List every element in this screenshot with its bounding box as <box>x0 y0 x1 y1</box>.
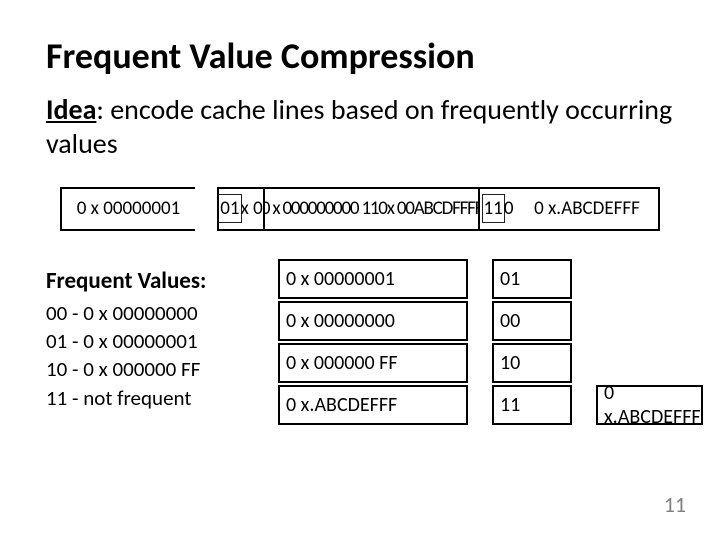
table-code-0: 01 <box>492 259 572 299</box>
fv-row-3: 11 - not frequent <box>46 384 256 412</box>
lower-section: Frequent Values: 00 - 0 x 00000000 01 - … <box>46 259 674 425</box>
cache-line-diagram: 0 x 00000001 01x 0 0 x 000000000 110x 00… <box>60 187 660 231</box>
idea-line: Idea: encode cache lines based on freque… <box>46 93 674 160</box>
cache-cell-3: 110 <box>478 187 516 231</box>
frequent-values-legend: Frequent Values: 00 - 0 x 00000000 01 - … <box>46 259 256 412</box>
cache-cell-0: 0 x 00000001 <box>60 187 195 231</box>
fv-row-2: 10 - 0 x 000000 FF <box>46 355 256 383</box>
fv-row-1: 01 - 0 x 00000001 <box>46 327 256 355</box>
table-extra-0 <box>596 259 703 299</box>
idea-label: Idea <box>46 92 96 127</box>
table-val-2: 0 x 000000 FF <box>278 343 468 383</box>
table-code-3: 11 <box>492 385 572 425</box>
table-code-1: 00 <box>492 301 572 341</box>
idea-text: : encode cache lines based on frequently… <box>46 92 672 161</box>
table-code-2: 10 <box>492 343 572 383</box>
cache-cell-2: 0 x 000000000 110x 00ABCDFFFF <box>263 187 478 231</box>
cache-cell-3b: 0 <box>504 197 514 220</box>
cache-cell-4: 0 x.ABCDEFFF <box>516 187 660 231</box>
encoding-table: 0 x 00000001 01 0 x 00000000 00 0 x 0000… <box>278 259 703 425</box>
page-number: 11 <box>664 491 686 518</box>
cache-cell-1a: 01 <box>218 194 241 223</box>
fv-row-0: 00 - 0 x 00000000 <box>46 299 256 327</box>
fv-list: 00 - 0 x 00000000 01 - 0 x 00000001 10 -… <box>46 299 256 412</box>
table-extra-2 <box>596 343 703 383</box>
fv-heading: Frequent Values: <box>46 267 256 295</box>
cache-cell-gap <box>195 187 217 231</box>
slide-title: Frequent Value Compression <box>46 36 674 77</box>
table-extra-3: 0 x.ABCDEFFF <box>596 385 703 425</box>
cache-cell-1: 01x 0 <box>217 187 263 231</box>
cache-cell-3a: 11 <box>482 194 505 223</box>
table-val-1: 0 x 00000000 <box>278 301 468 341</box>
table-val-0: 0 x 00000001 <box>278 259 468 299</box>
table-val-3: 0 x.ABCDEFFF <box>278 385 468 425</box>
table-extra-1 <box>596 301 703 341</box>
cache-cell-1b: x 0 <box>241 197 263 220</box>
